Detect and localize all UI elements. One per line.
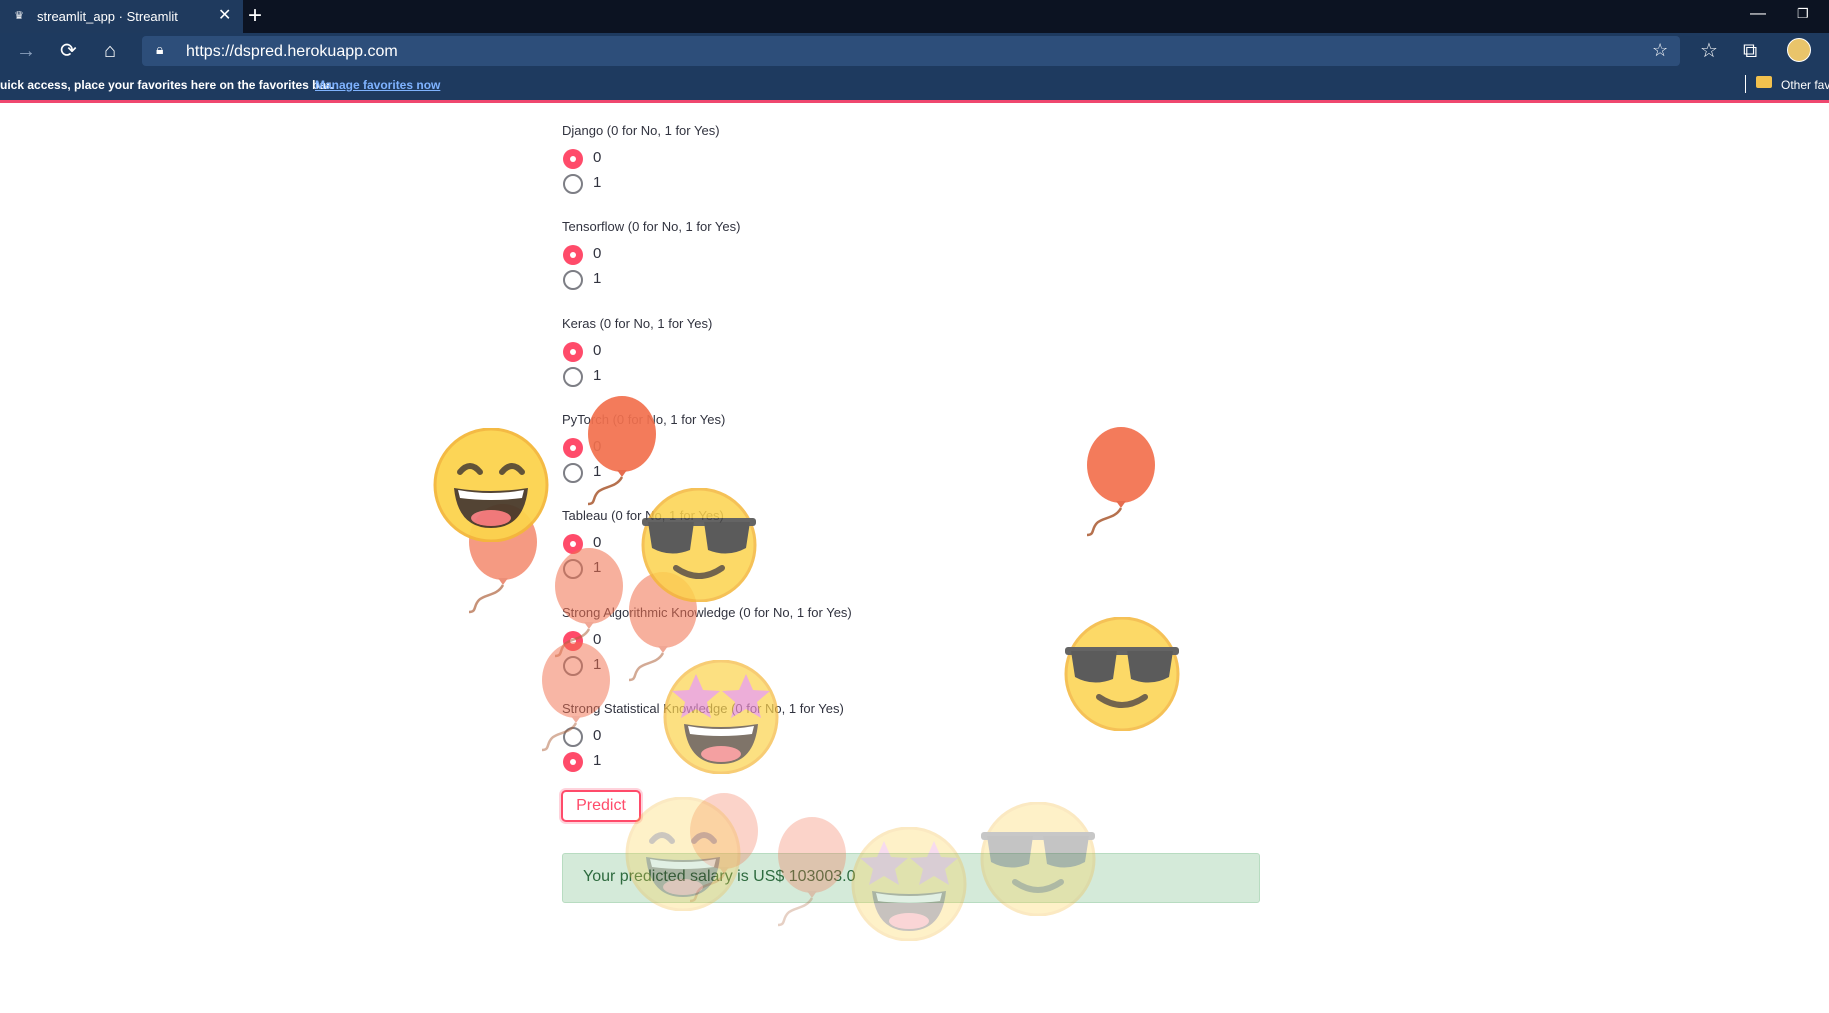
question-label: Strong Statistical Knowledge (0 for No, …: [562, 701, 844, 716]
radio-label: 0: [593, 342, 602, 359]
restore-window-button[interactable]: ❐: [1797, 6, 1809, 22]
streamlit-crown-icon: ♛: [14, 10, 24, 22]
radio-label: 0: [593, 149, 602, 166]
radio-label: 1: [593, 752, 602, 769]
balloon-icon: [467, 504, 539, 614]
radio-button-selected[interactable]: [563, 438, 583, 458]
folder-icon: [1756, 76, 1772, 88]
radio-button[interactable]: [563, 367, 583, 387]
question-label: PyTorch (0 for No, 1 for Yes): [562, 412, 726, 427]
radio-label: 0: [593, 534, 602, 551]
forward-icon[interactable]: →: [16, 39, 36, 63]
question-label: Keras (0 for No, 1 for Yes): [562, 316, 713, 331]
radio-label: 1: [593, 463, 602, 480]
balloon-icon: [1085, 427, 1157, 537]
radio-button[interactable]: [563, 463, 583, 483]
browser-tab[interactable]: ♛ streamlit_app · Streamlit ✕: [0, 0, 243, 33]
manage-favorites-link[interactable]: Manage favorites now: [315, 78, 440, 92]
balloon-icon: [627, 572, 699, 682]
browser-tab-bar: ♛ streamlit_app · Streamlit ✕ + — ❐: [0, 0, 1829, 33]
grinning-emoji-icon: [430, 428, 552, 542]
question-label: Tableau (0 for No, 1 for Yes): [562, 508, 724, 523]
radio-button-selected[interactable]: [563, 342, 583, 362]
radio-label: 0: [593, 245, 602, 262]
profile-avatar[interactable]: [1787, 38, 1811, 62]
favorites-divider: [1745, 75, 1746, 93]
radio-label: 0: [593, 438, 602, 455]
plus-icon[interactable]: +: [248, 3, 262, 29]
radio-label: 1: [593, 270, 602, 287]
close-icon[interactable]: ✕: [218, 6, 231, 26]
address-bar[interactable]: 🔒︎ https://dspred.herokuapp.com ☆: [142, 36, 1680, 66]
radio-button[interactable]: [563, 727, 583, 747]
question-label: Django (0 for No, 1 for Yes): [562, 123, 720, 138]
favorites-bar-message: uick access, place your favorites here o…: [0, 78, 334, 92]
radio-label: 1: [593, 174, 602, 191]
sunglasses-emoji-icon: [1061, 617, 1183, 731]
minimize-window-button[interactable]: —: [1750, 5, 1766, 23]
radio-label: 0: [593, 631, 602, 648]
add-favorite-icon[interactable]: ☆: [1652, 40, 1668, 61]
question-label: Tensorflow (0 for No, 1 for Yes): [562, 219, 741, 234]
refresh-icon[interactable]: ⟳: [60, 39, 77, 63]
radio-button-selected[interactable]: [563, 534, 583, 554]
radio-label: 1: [593, 656, 602, 673]
browser-toolbar: → ⟳ ⌂ 🔒︎ https://dspred.herokuapp.com ☆ …: [0, 33, 1829, 69]
radio-label: 1: [593, 367, 602, 384]
home-icon[interactable]: ⌂: [104, 39, 116, 63]
radio-button[interactable]: [563, 270, 583, 290]
star-struck-emoji-icon: [660, 660, 782, 774]
other-favorites-link[interactable]: Other fav: [1781, 78, 1829, 92]
prediction-result-box: Your predicted salary is US$ 103003.0: [562, 853, 1260, 903]
prediction-result-text: Your predicted salary is US$ 103003.0: [583, 868, 856, 885]
question-label: Strong Algorithmic Knowledge (0 for No, …: [562, 605, 852, 620]
lock-icon: 🔒︎: [156, 41, 164, 57]
radio-button-selected[interactable]: [563, 245, 583, 265]
radio-button[interactable]: [563, 656, 583, 676]
tab-title: streamlit_app · Streamlit: [37, 9, 178, 24]
radio-button-selected[interactable]: [563, 631, 583, 651]
radio-button-selected[interactable]: [563, 752, 583, 772]
sunglasses-emoji-icon: [638, 488, 760, 602]
predict-button[interactable]: Predict: [561, 790, 641, 822]
radio-button[interactable]: [563, 174, 583, 194]
favorites-icon[interactable]: ☆: [1700, 39, 1718, 63]
url-text[interactable]: https://dspred.herokuapp.com: [186, 43, 398, 61]
collections-icon[interactable]: ⧉: [1743, 39, 1757, 63]
radio-button[interactable]: [563, 559, 583, 579]
favorites-bar: uick access, place your favorites here o…: [0, 69, 1829, 103]
radio-label: 0: [593, 727, 602, 744]
radio-button-selected[interactable]: [563, 149, 583, 169]
radio-label: 1: [593, 559, 602, 576]
